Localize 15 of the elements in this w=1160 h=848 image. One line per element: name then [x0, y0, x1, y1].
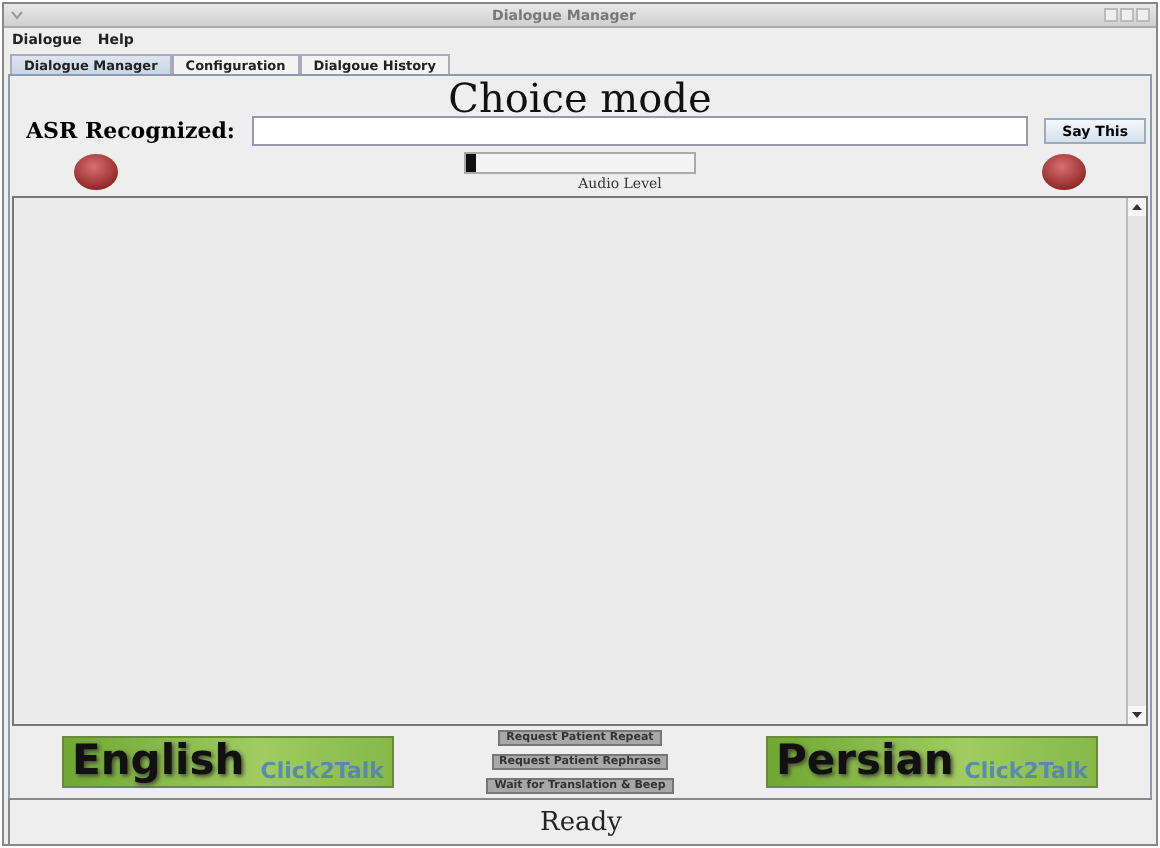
indicator-light-icon	[1042, 153, 1086, 189]
indicator-light-icon	[74, 153, 118, 189]
scroll-up-icon[interactable]	[1128, 198, 1146, 216]
asr-field[interactable]	[251, 116, 1029, 146]
minimize-button[interactable]	[1104, 8, 1118, 22]
maximize-button[interactable]	[1120, 8, 1134, 22]
language-button[interactable]: Persian Click2Talk	[766, 736, 1098, 788]
asr-label: ASR Recognized:	[26, 118, 235, 144]
scroll-down-icon[interactable]	[1128, 706, 1146, 724]
status-text: Ready	[540, 807, 622, 837]
close-button[interactable]	[1136, 8, 1150, 22]
window-menu-icon[interactable]	[10, 8, 24, 22]
scrollbar[interactable]	[1126, 198, 1146, 724]
language-button[interactable]: English Click2Talk	[62, 736, 394, 788]
mode-title: Choice mode	[446, 80, 714, 116]
